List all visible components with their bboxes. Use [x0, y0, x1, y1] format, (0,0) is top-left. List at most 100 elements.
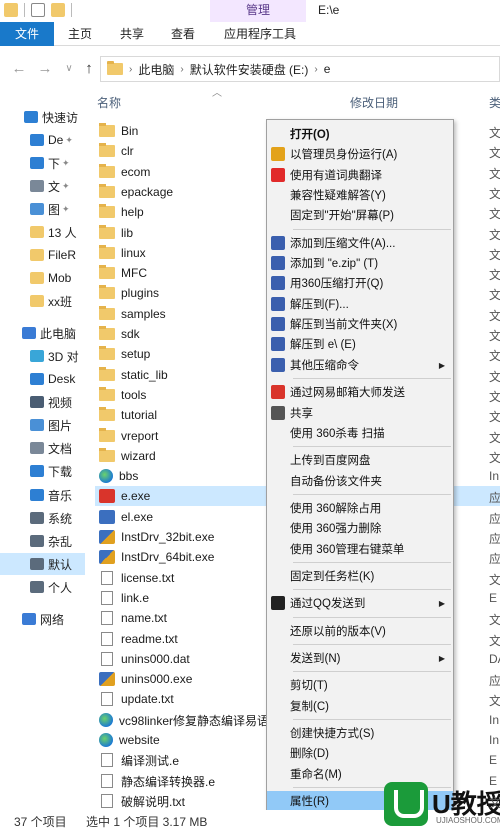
context-menu-item[interactable]: 使用有道词典翻译 — [267, 165, 453, 185]
back-arrow-icon[interactable]: ← — [10, 60, 28, 78]
file-name: lib — [121, 226, 134, 240]
menu-item-label: 以管理员身份运行(A) — [290, 149, 398, 161]
file-type: 文 — [489, 573, 500, 587]
file-name: readme.txt — [121, 632, 178, 646]
menu-item-label: 使用 360管理右键菜单 — [290, 544, 405, 556]
tab-home[interactable]: 主页 — [60, 22, 100, 46]
sidebar-item[interactable]: 杂乱 — [0, 530, 85, 552]
sidebar-item[interactable]: FileR — [0, 244, 85, 266]
context-menu-item[interactable]: 固定到"开始"屏幕(P) — [267, 205, 453, 225]
menu-separator — [293, 494, 451, 495]
address-bar[interactable]: › 此电脑 › 默认软件安装硬盘 (E:) › e — [100, 56, 500, 82]
context-menu-item[interactable]: 使用 360强力删除 — [267, 518, 453, 538]
context-menu-item[interactable]: 解压到 e\ (E) — [267, 334, 453, 354]
folder-icon — [107, 61, 123, 75]
file-type: 文 — [489, 248, 500, 262]
file-type: 文 — [489, 288, 500, 302]
context-menu-item[interactable]: 复制(C) — [267, 696, 453, 716]
file-name: wizard — [121, 449, 156, 463]
sidebar-item[interactable]: 网络 — [0, 608, 85, 630]
context-menu-item[interactable]: 创建快捷方式(S) — [267, 723, 453, 743]
context-menu-item[interactable]: 兼容性疑难解答(Y) — [267, 185, 453, 205]
file-name: Bin — [121, 124, 139, 138]
sidebar-item-label: 默认 — [48, 557, 73, 572]
sidebar-item[interactable]: Desk — [0, 368, 85, 390]
context-menu-item[interactable]: 自动备份该文件夹 — [267, 471, 453, 491]
breadcrumb-this-pc[interactable]: 此电脑 — [138, 61, 174, 78]
manage-context-tab[interactable]: 管理 — [210, 0, 306, 22]
breadcrumb-folder[interactable]: e — [324, 62, 331, 76]
sidebar-item[interactable]: 视频 — [0, 391, 85, 413]
file-type: 文 — [489, 146, 500, 160]
menu-separator — [293, 589, 451, 590]
context-menu-item[interactable]: 通过QQ发送到 ▶ — [267, 593, 453, 613]
properties-icon[interactable] — [31, 3, 45, 17]
sidebar-item[interactable]: xx班 — [0, 290, 85, 312]
context-menu-item[interactable]: 发送到(N) ▶ — [267, 648, 453, 668]
sidebar-item[interactable]: 图片 — [0, 414, 85, 436]
context-menu-item[interactable]: 共享 — [267, 403, 453, 423]
sidebar-item[interactable]: 默认 — [0, 553, 85, 575]
context-menu-item[interactable]: 添加到 "e.zip" (T) — [267, 253, 453, 273]
tab-file[interactable]: 文件 — [0, 22, 54, 46]
menu-separator — [293, 719, 451, 720]
sidebar-item[interactable]: 13 人 — [0, 221, 85, 243]
watermark-logo: U教授 UJIAOSHOU.COM — [380, 778, 500, 830]
sidebar-item[interactable]: 3D 对 — [0, 345, 85, 367]
context-menu-item[interactable]: 使用 360管理右键菜单 — [267, 539, 453, 559]
menu-separator — [293, 378, 451, 379]
breadcrumb-drive[interactable]: 默认软件安装硬盘 (E:) — [190, 61, 309, 78]
sidebar-item[interactable]: 图 ✦ — [0, 198, 85, 220]
context-menu-item[interactable]: 用360压缩打开(Q) — [267, 273, 453, 293]
tab-share[interactable]: 共享 — [112, 22, 152, 46]
tab-application-tools[interactable]: 应用程序工具 — [216, 22, 304, 46]
menu-item-label: 通过网易邮箱大师发送 — [290, 387, 405, 399]
context-menu-item[interactable]: 剪切(T) — [267, 675, 453, 695]
file-type: E — [489, 591, 498, 605]
sidebar-item[interactable]: 下 ✦ — [0, 152, 85, 174]
column-header-name[interactable]: 名称 — [97, 92, 121, 114]
up-arrow-icon[interactable]: ↑ — [80, 60, 98, 78]
sidebar-item[interactable]: 下载 — [0, 460, 85, 482]
context-menu-item[interactable]: 还原以前的版本(V) — [267, 621, 453, 641]
sidebar-item[interactable]: Mob — [0, 267, 85, 289]
3d-objects-icon — [30, 350, 44, 362]
sidebar-item[interactable]: 此电脑 — [0, 322, 85, 344]
context-menu-item[interactable]: 使用 360杀毒 扫描 — [267, 423, 453, 443]
column-header-type[interactable]: 类 — [489, 92, 500, 114]
context-menu-item[interactable]: 以管理员身份运行(A) — [267, 144, 453, 164]
folder-icon — [99, 346, 115, 360]
file-name: static_lib — [121, 368, 168, 382]
column-header-date[interactable]: 修改日期 — [350, 92, 398, 114]
sidebar-item[interactable]: 个人 — [0, 576, 85, 598]
context-menu-item[interactable]: 解压到(F)... — [267, 294, 453, 314]
sidebar-item[interactable]: 文 ✦ — [0, 175, 85, 197]
new-folder-icon[interactable] — [51, 3, 65, 17]
context-menu-item[interactable]: 固定到任务栏(K) — [267, 566, 453, 586]
file-name: epackage — [121, 185, 174, 199]
menu-item-label: 使用 360强力删除 — [290, 523, 382, 535]
sidebar-item[interactable]: 快速访 — [0, 106, 85, 128]
context-menu-item[interactable]: 其他压缩命令 ▶ — [267, 355, 453, 375]
context-menu-item[interactable]: 删除(D) — [267, 743, 453, 763]
context-menu-item[interactable]: 添加到压缩文件(A)... — [267, 233, 453, 253]
sidebar-item-label: 快速访 — [42, 110, 79, 125]
file-type: 文 — [489, 410, 500, 424]
context-menu-item[interactable]: 使用 360解除占用 — [267, 498, 453, 518]
context-menu-item[interactable]: 通过网易邮箱大师发送 — [267, 382, 453, 402]
menu-item-label: 兼容性疑难解答(Y) — [290, 190, 386, 202]
folder-icon — [99, 387, 115, 401]
recent-dropdown-icon[interactable]: ∨ — [60, 60, 78, 78]
tab-view[interactable]: 查看 — [163, 22, 203, 46]
forward-arrow-icon[interactable]: → — [36, 60, 54, 78]
context-menu-item[interactable]: 上传到百度网盘 — [267, 450, 453, 470]
selection-info: 选中 1 个项目 3.17 MB — [86, 815, 208, 829]
context-menu-item[interactable]: 打开(O) — [267, 124, 453, 144]
context-menu-item[interactable]: 解压到当前文件夹(X) — [267, 314, 453, 334]
sidebar-item[interactable]: 系统 — [0, 507, 85, 529]
folder-icon — [99, 123, 115, 137]
sidebar-item[interactable]: 音乐 — [0, 484, 85, 506]
sidebar-item[interactable]: 文档 — [0, 437, 85, 459]
file-name: bbs — [119, 469, 139, 483]
sidebar-item[interactable]: De ✦ — [0, 129, 85, 151]
